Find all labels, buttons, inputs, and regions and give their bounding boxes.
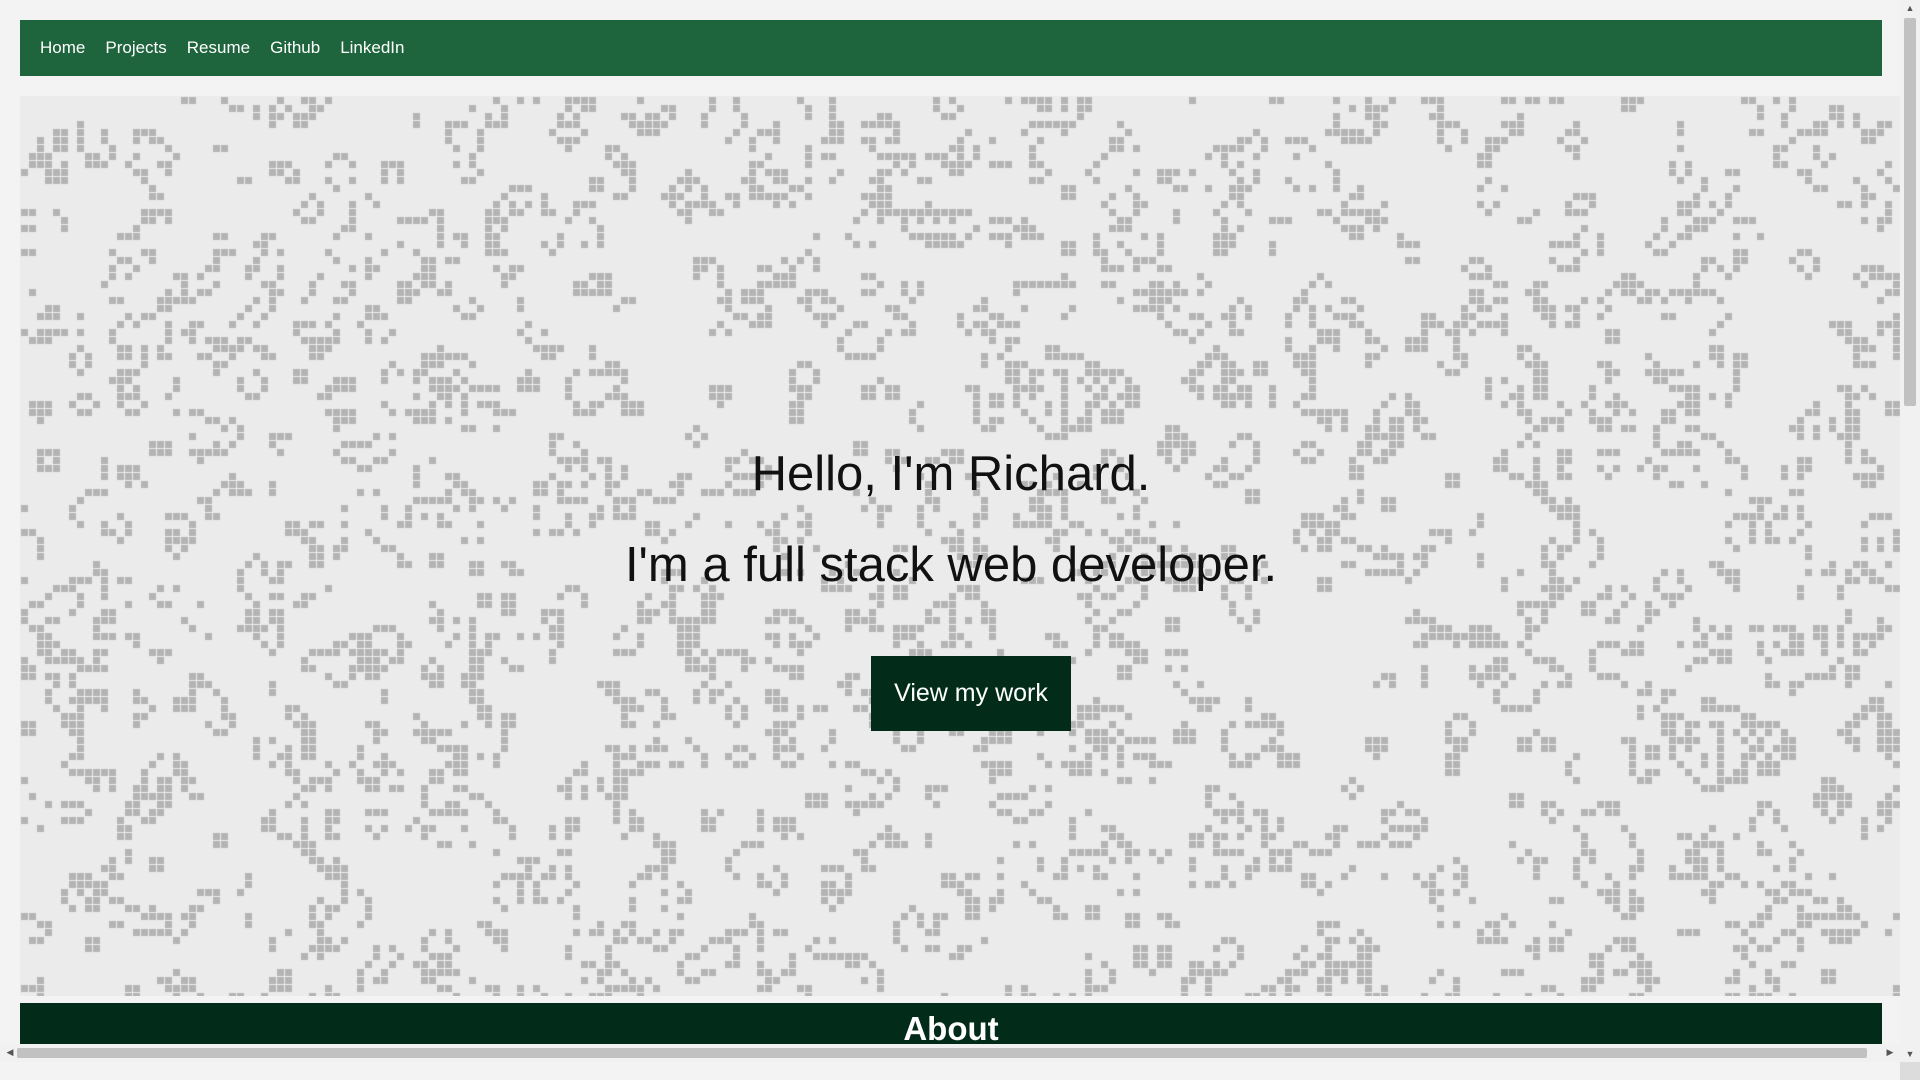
vertical-scrollbar[interactable]: ▲ ▼	[1900, 0, 1920, 1062]
hero-tagline: I'm a full stack web developer.	[624, 538, 1278, 592]
about-title: About	[903, 1009, 999, 1047]
nav-link-resume[interactable]: Resume	[187, 38, 250, 58]
horizontal-scrollbar[interactable]: ◀ ▶	[0, 1044, 1900, 1062]
nav-link-home[interactable]: Home	[40, 38, 85, 58]
nav-link-linkedin[interactable]: LinkedIn	[340, 38, 404, 58]
scrollbar-corner	[1900, 1062, 1920, 1080]
scroll-down-icon[interactable]: ▼	[1900, 1049, 1920, 1059]
nav-link-github[interactable]: Github	[270, 38, 320, 58]
vertical-scroll-thumb[interactable]	[1904, 18, 1916, 406]
scroll-right-icon[interactable]: ▶	[1880, 1047, 1900, 1058]
nav-link-projects[interactable]: Projects	[105, 38, 166, 58]
view-my-work-button[interactable]: View my work	[871, 656, 1071, 731]
hero-section: Hello, I'm Richard. I'm a full stack web…	[20, 96, 1900, 996]
hero-content: Hello, I'm Richard. I'm a full stack web…	[20, 96, 1882, 996]
top-navbar: Home Projects Resume Github LinkedIn	[20, 20, 1882, 76]
hero-greeting: Hello, I'm Richard.	[751, 447, 1151, 501]
page-viewport: Home Projects Resume Github LinkedIn Hel…	[0, 0, 1900, 1062]
horizontal-scroll-thumb[interactable]	[17, 1048, 1867, 1058]
scroll-up-icon[interactable]: ▲	[1900, 3, 1920, 13]
